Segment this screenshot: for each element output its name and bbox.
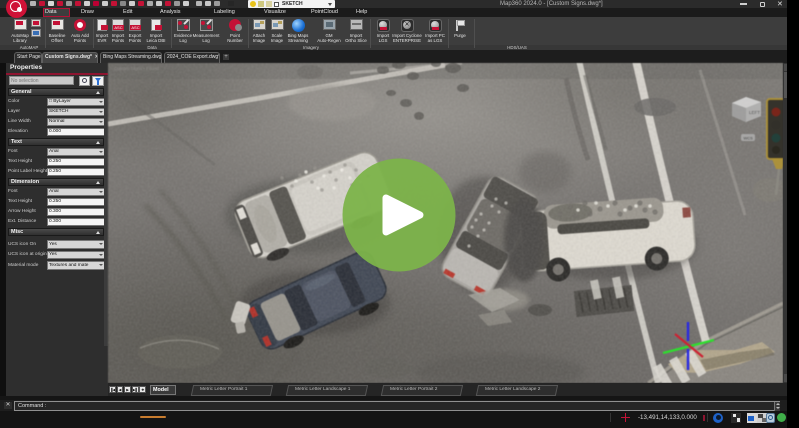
svg-text:LEFT: LEFT (749, 110, 760, 115)
svg-text:Custom Signs • Found: Custom Signs • Found (114, 66, 159, 71)
svg-text:WCS: WCS (744, 136, 754, 141)
